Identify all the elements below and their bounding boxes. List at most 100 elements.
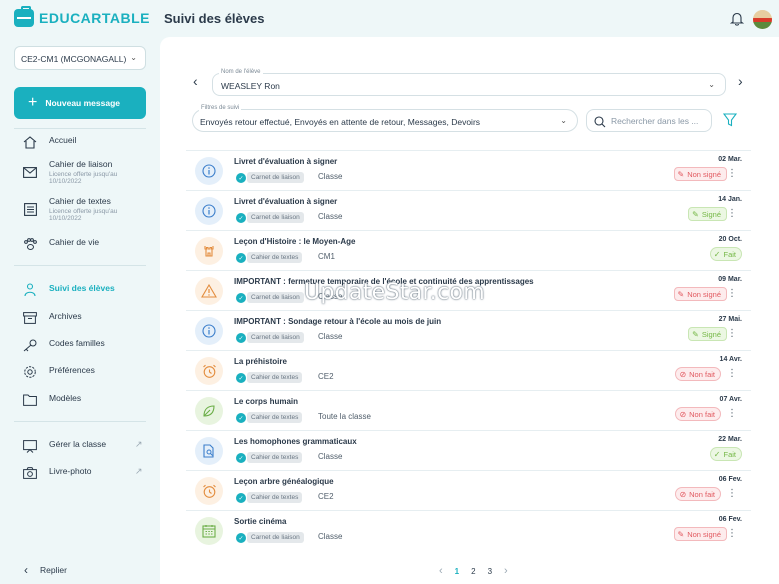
item-source-tag: Carnet de liaison	[247, 292, 304, 303]
more-options-icon[interactable]: ⋮	[727, 289, 737, 299]
filter-icon[interactable]	[722, 113, 738, 132]
item-source-tag: Carnet de liaison	[247, 212, 304, 223]
status-badge: ✎ Signé	[688, 207, 727, 221]
plus-icon: +	[28, 94, 38, 111]
camera-icon	[22, 466, 38, 480]
list-item[interactable]: Leçon d'Histoire : le Moyen-Age ✓ Cahier…	[186, 230, 751, 270]
castle-icon	[195, 237, 223, 265]
status-badge: ⊘ Non fait	[675, 367, 721, 381]
item-date: 06 Fev.	[718, 476, 742, 483]
chevron-down-icon: ⌄	[708, 80, 715, 89]
item-source-tag: Cahier de textes	[247, 452, 303, 463]
list-item[interactable]: Le corps humain ✓ Cahier de textes Toute…	[186, 390, 751, 430]
item-target: CE2	[318, 372, 334, 381]
sidebar-item-cahier-textes[interactable]: Cahier de textes Licence offerte jusqu'a…	[22, 196, 144, 222]
list-item[interactable]: Leçon arbre généalogique ✓ Cahier de tex…	[186, 470, 751, 510]
not-done-icon: ⊘	[679, 489, 687, 499]
list-item[interactable]: Sortie cinéma ✓ Carnet de liaison Classe…	[186, 510, 751, 550]
bell-icon[interactable]	[729, 11, 745, 31]
item-date: 14 Jan.	[718, 196, 742, 203]
chevron-right-icon[interactable]: ›	[504, 565, 508, 577]
sidebar: EDUCARTABLE CE2-CM1 (MCGONAGALL) ⌄ + Nou…	[0, 0, 160, 584]
item-title: Leçon d'Histoire : le Moyen-Age	[234, 237, 356, 246]
check-icon: ✓	[236, 413, 246, 423]
list-item[interactable]: La préhistoire ✓ Cahier de textes CE2 14…	[186, 350, 751, 390]
not-done-icon: ⊘	[679, 409, 687, 419]
list-item[interactable]: Livret d'évaluation à signer ✓ Carnet de…	[186, 150, 751, 190]
tracking-list: Livret d'évaluation à signer ✓ Carnet de…	[186, 150, 751, 550]
chevron-left-icon[interactable]: ‹	[439, 565, 443, 577]
logo-edu: EDU	[39, 10, 71, 26]
list-item[interactable]: Les homophones grammaticaux ✓ Cahier de …	[186, 430, 751, 470]
alarm-clock-icon	[195, 357, 223, 385]
app-logo[interactable]: EDUCARTABLE	[14, 6, 150, 27]
next-student-icon[interactable]: ›	[738, 73, 743, 89]
done-icon: ✓	[713, 449, 721, 459]
info-icon	[195, 197, 223, 225]
sidebar-item-gerer-classe[interactable]: Gérer la classe ↗	[22, 439, 143, 453]
sidebar-item-archives[interactable]: Archives	[22, 311, 82, 325]
item-date: 22 Mar.	[718, 436, 742, 443]
item-source-tag: Cahier de textes	[247, 492, 303, 503]
not-done-icon: ⊘	[679, 369, 687, 379]
watermark: UpdateStar.com	[304, 280, 485, 305]
chevron-down-icon: ⌄	[130, 53, 137, 62]
more-options-icon[interactable]: ⋮	[727, 409, 737, 419]
folder-icon	[22, 393, 38, 407]
item-date: 02 Mar.	[718, 156, 742, 163]
status-badge: ⊘ Non fait	[675, 407, 721, 421]
not-signed-icon: ✎	[677, 529, 685, 539]
sidebar-item-preferences[interactable]: Préférences	[22, 365, 95, 379]
divider	[14, 128, 146, 129]
sidebar-item-modeles[interactable]: Modèles	[22, 393, 81, 407]
list-item[interactable]: Livret d'évaluation à signer ✓ Carnet de…	[186, 190, 751, 230]
item-target: CE2	[318, 492, 334, 501]
item-title: Les homophones grammaticaux	[234, 437, 357, 446]
student-select[interactable]: Nom de l'élève WEASLEY Ron ⌄	[212, 69, 726, 96]
check-icon: ✓	[236, 493, 246, 503]
more-options-icon[interactable]: ⋮	[727, 529, 737, 539]
check-icon: ✓	[236, 333, 246, 343]
sidebar-item-livre-photo[interactable]: Livre-photo ↗	[22, 466, 143, 480]
tracking-filter-select[interactable]: Filtres de suivi Envoyés retour effectué…	[192, 105, 578, 132]
class-select-value: CE2-CM1 (MCGONAGALL)	[21, 54, 127, 64]
chevron-left-icon: ‹	[24, 563, 28, 577]
sidebar-item-accueil[interactable]: Accueil	[22, 135, 76, 149]
sidebar-item-suivi-eleves[interactable]: Suivi des élèves	[22, 283, 115, 297]
list-item[interactable]: IMPORTANT : Sondage retour à l'école au …	[186, 310, 751, 350]
chevron-down-icon: ⌄	[560, 116, 567, 125]
sidebar-item-cahier-vie[interactable]: Cahier de vie	[22, 237, 99, 251]
item-title: Livret d'évaluation à signer	[234, 157, 338, 166]
item-title: Livret d'évaluation à signer	[234, 197, 338, 206]
previous-student-icon[interactable]: ‹	[193, 73, 198, 89]
more-options-icon[interactable]: ⋮	[727, 489, 737, 499]
page-2[interactable]: 2	[471, 567, 475, 576]
new-message-button[interactable]: + Nouveau message	[14, 87, 146, 119]
avatar[interactable]	[753, 10, 772, 29]
page-3[interactable]: 3	[488, 567, 492, 576]
more-options-icon[interactable]: ⋮	[727, 369, 737, 379]
item-target: CM1	[318, 252, 335, 261]
item-title: IMPORTANT : Sondage retour à l'école au …	[234, 317, 442, 326]
briefcase-logo-icon	[14, 6, 34, 27]
page-1[interactable]: 1	[455, 567, 459, 576]
signed-icon: ✎	[692, 209, 699, 219]
item-target: Classe	[318, 452, 343, 461]
sidebar-item-cahier-liaison[interactable]: Cahier de liaison Licence offerte jusqu'…	[22, 159, 144, 185]
more-options-icon[interactable]: ⋮	[727, 209, 737, 219]
page-title: Suivi des élèves	[164, 11, 265, 26]
status-badge: ⊘ Non fait	[675, 487, 721, 501]
archive-icon	[22, 311, 38, 325]
item-target: Classe	[318, 532, 343, 541]
more-options-icon[interactable]: ⋮	[727, 169, 737, 179]
collapse-sidebar-button[interactable]: ‹ Replier	[24, 563, 67, 577]
search-input[interactable]: Rechercher dans les ...	[586, 109, 712, 132]
item-source-tag: Cahier de textes	[247, 372, 303, 383]
mail-icon	[22, 165, 38, 179]
sidebar-item-codes-familles[interactable]: Codes familles	[22, 338, 105, 352]
more-options-icon[interactable]: ⋮	[727, 329, 737, 339]
key-icon	[22, 338, 38, 352]
class-select[interactable]: CE2-CM1 (MCGONAGALL) ⌄	[14, 46, 146, 70]
item-date: 07 Avr.	[719, 396, 742, 403]
item-title: Leçon arbre généalogique	[234, 477, 334, 486]
